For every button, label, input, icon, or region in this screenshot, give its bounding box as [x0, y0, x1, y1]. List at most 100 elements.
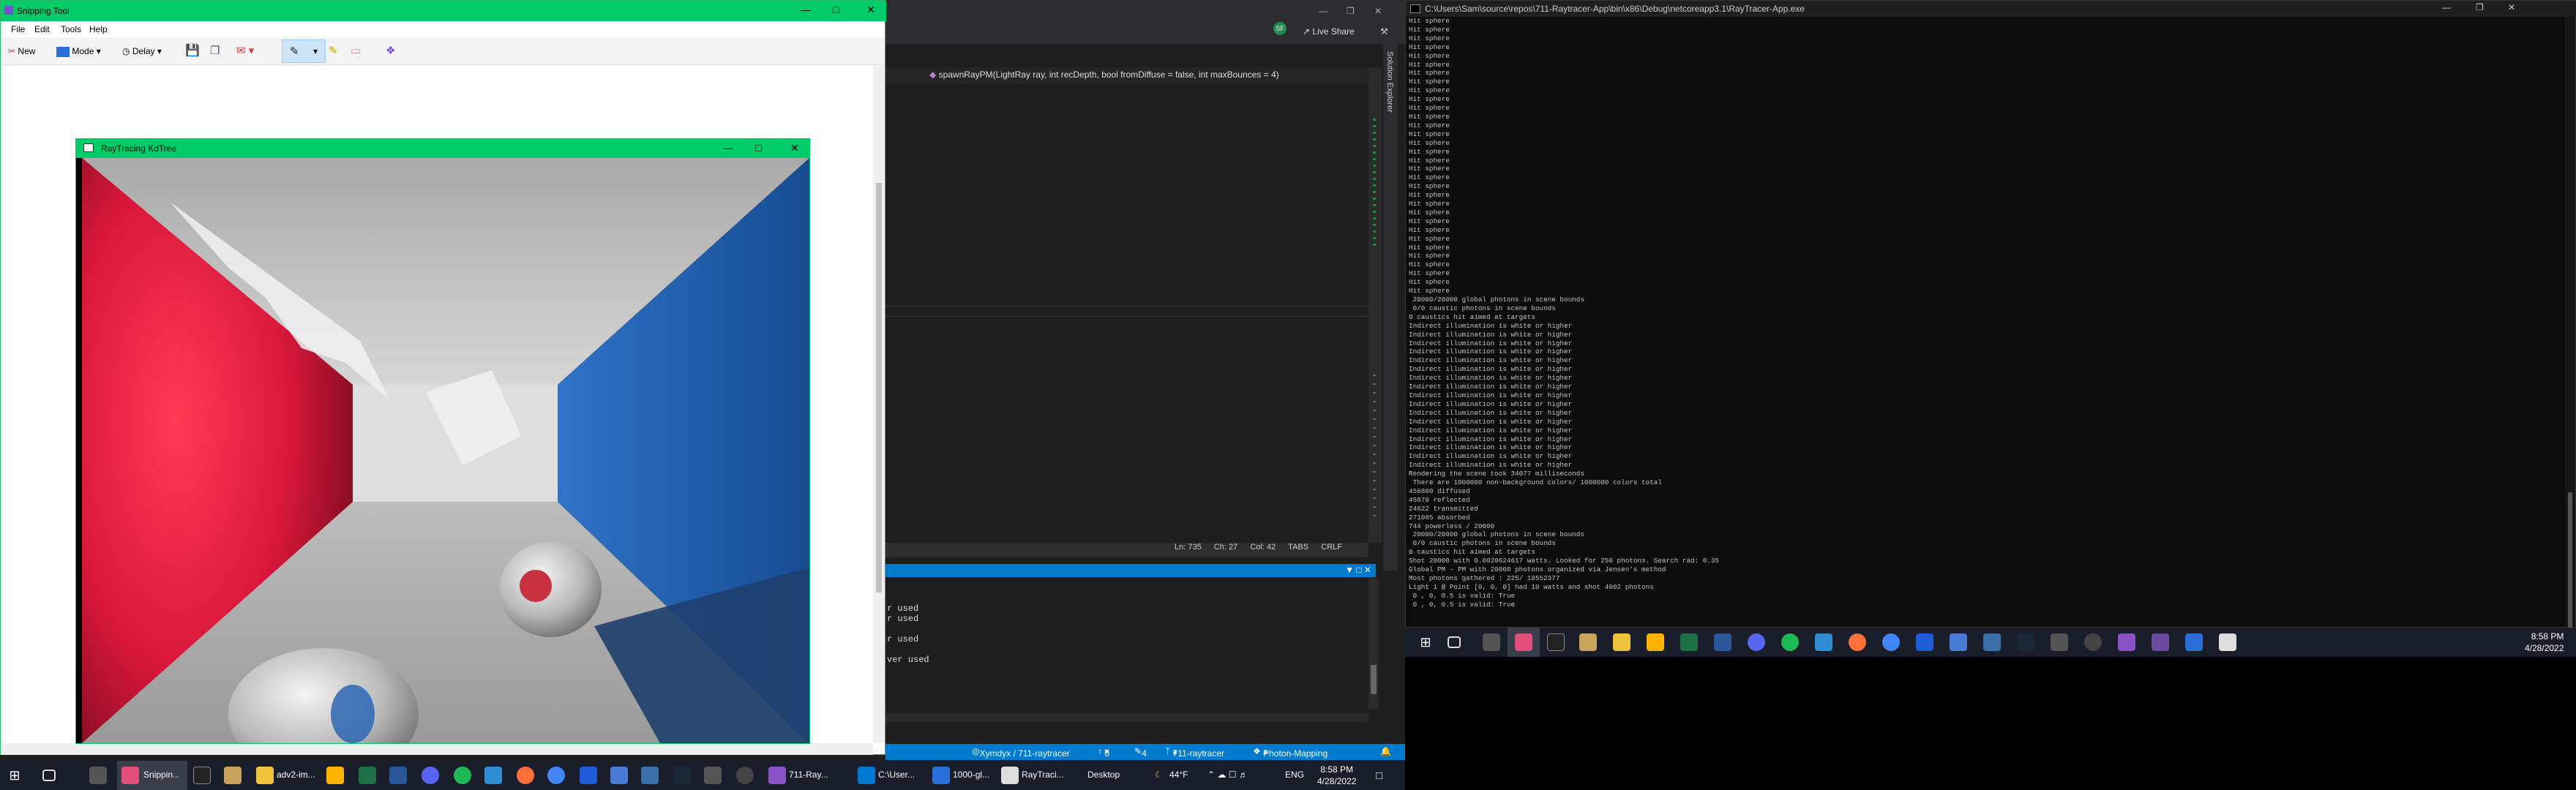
line-ending[interactable]: CRLF [1321, 543, 1342, 552]
avatar[interactable]: SF [1273, 22, 1287, 35]
taskbar-item-snipping[interactable] [1508, 628, 1540, 657]
vs-instance-icon[interactable] [2152, 633, 2169, 651]
spotify-icon[interactable] [454, 767, 471, 784]
live-share-button[interactable]: ↗ Live Share [1303, 26, 1355, 37]
monitor-icon[interactable] [704, 767, 722, 784]
chrome-icon[interactable] [547, 767, 565, 784]
raytracer-app-icon[interactable] [2219, 633, 2236, 651]
close-icon[interactable]: ▼ □ ✕ [1345, 565, 1371, 575]
tray-icons[interactable]: ⌃ ☁ ☐ ♬ [1208, 770, 1248, 780]
menu-help[interactable]: Help [89, 24, 108, 34]
output-scroll-thumb[interactable] [1371, 665, 1377, 694]
sourcetree-icon[interactable] [1647, 633, 1664, 651]
console-minimize-button[interactable]: — [2442, 2, 2451, 12]
app-icon[interactable] [1815, 633, 1832, 651]
raytracer-app-icon[interactable] [1001, 767, 1019, 784]
github-icon[interactable] [736, 767, 754, 784]
close-button[interactable]: ✕ [866, 4, 875, 16]
new-snip-button[interactable]: ✂ New [8, 43, 35, 59]
console-output[interactable]: Hit sphere Hit sphere Hit sphere Hit sphere… [1409, 17, 2558, 624]
paint3d-icon[interactable]: ❖ [386, 43, 395, 59]
taskbar-label[interactable]: RayTraci... [1022, 770, 1064, 780]
notes-icon[interactable] [224, 767, 242, 784]
git-repo[interactable]: ◎ Xymdyx / 711-raytracer [972, 746, 1070, 759]
discord-icon[interactable] [422, 767, 439, 784]
pinned-app-icon[interactable] [89, 767, 107, 784]
steam-icon[interactable] [2017, 633, 2034, 651]
console-restore-button[interactable]: ❐ [2476, 2, 2484, 12]
navigation-bar[interactable]: ◆ spawnRayPM(LightRay ray, int recDepth,… [886, 67, 1368, 83]
tabs-indicator[interactable]: TABS [1288, 543, 1308, 552]
snip-vertical-scrollbar[interactable] [873, 66, 885, 743]
start-button[interactable]: ⊞ [1417, 633, 1434, 651]
notification-bell-icon[interactable]: 🔔 [1380, 746, 1391, 756]
scroll-thumb[interactable] [876, 183, 882, 592]
task-view-icon[interactable] [1448, 636, 1461, 648]
console-scrollbar[interactable] [2565, 17, 2575, 631]
word-icon[interactable] [1714, 633, 1731, 651]
project-selector[interactable]: ❖ Photon-Mapping ▴ [1253, 746, 1328, 759]
git-push[interactable]: ↑ 0 ▾ [1098, 746, 1109, 759]
app-icon[interactable] [484, 767, 502, 784]
taskbar-label[interactable]: 1000-gl... [953, 770, 989, 780]
feedback-icon[interactable]: ⚒ [1380, 26, 1388, 37]
clock[interactable]: 8:58 PM 4/28/2022 [2525, 631, 2564, 654]
highlighter-icon[interactable]: ✎ [329, 43, 338, 59]
mode-button[interactable]: Mode ▾ [56, 43, 101, 59]
maximize-button[interactable]: □ [833, 4, 839, 15]
save-icon[interactable]: 💾 [185, 43, 200, 59]
calculator-icon[interactable] [1950, 633, 1967, 651]
word-icon[interactable] [389, 767, 407, 784]
visual-studio-icon[interactable] [768, 767, 786, 784]
excel-icon[interactable] [359, 767, 376, 784]
minimize-button[interactable]: — [801, 4, 811, 15]
weather-icon[interactable]: ☾ [1155, 770, 1163, 780]
git-changes[interactable]: ✎ 4 [1134, 746, 1147, 759]
visual-studio-icon[interactable] [2118, 633, 2135, 651]
language-indicator[interactable]: ENG [1285, 770, 1304, 780]
firefox-icon[interactable] [517, 767, 534, 784]
output-scrollbar[interactable] [1368, 577, 1379, 709]
clock[interactable]: 8:58 PM 4/28/2022 [1317, 764, 1356, 787]
spotify-icon[interactable] [1781, 633, 1799, 651]
code-editor[interactable] [886, 83, 1368, 544]
snipping-tool-title-bar[interactable]: Snipping Tool — □ ✕ [1, 1, 886, 21]
pinned-app-icon[interactable] [1483, 633, 1500, 651]
send-snip-icon[interactable]: ✉ ▾ [236, 43, 254, 59]
taskbar-label[interactable]: C:\User... [878, 770, 915, 780]
folder-icon[interactable] [1613, 633, 1630, 651]
console-icon[interactable] [858, 767, 875, 784]
terminal-icon[interactable] [193, 767, 211, 784]
photos-icon[interactable] [2185, 633, 2203, 651]
snip-horizontal-scrollbar[interactable] [1, 743, 873, 755]
steam-icon[interactable] [673, 767, 691, 784]
calculator-icon[interactable] [610, 767, 628, 784]
copy-icon[interactable]: ❐ [210, 43, 220, 59]
menu-tools[interactable]: Tools [61, 24, 81, 34]
temperature[interactable]: 44°F [1169, 770, 1188, 780]
vs-restore-button[interactable]: ❐ [1347, 6, 1355, 16]
chrome-icon[interactable] [1882, 633, 1900, 651]
malwarebytes-icon[interactable] [1916, 633, 1933, 651]
taskbar-label[interactable]: 711-Ray... [789, 770, 828, 780]
folder-icon[interactable] [256, 767, 274, 784]
malwarebytes-icon[interactable] [580, 767, 597, 784]
photos-icon[interactable] [932, 767, 950, 784]
output-panel[interactable]: r used r used r used ver used [886, 577, 1379, 723]
menu-edit[interactable]: Edit [34, 24, 50, 34]
console-close-button[interactable]: ✕ [2508, 2, 2515, 12]
task-view-icon[interactable] [42, 770, 56, 781]
github-icon[interactable] [2084, 633, 2102, 651]
menu-file[interactable]: File [11, 24, 25, 34]
pen-button[interactable]: ✎ ▾ [282, 40, 326, 63]
notification-icon[interactable]: □ [1376, 770, 1382, 782]
store-icon[interactable] [1983, 633, 2001, 651]
console-title-bar[interactable]: C:\Users\Sam\source\repos\711-Raytracer-… [1406, 1, 2576, 17]
taskbar-item-snipping[interactable]: Snippin... [117, 761, 187, 790]
vs-minimize-button[interactable]: — [1319, 6, 1328, 16]
git-branch[interactable]: ᛉ 711-raytracer ▴ [1165, 746, 1224, 759]
start-button[interactable]: ⊞ [6, 767, 23, 784]
taskbar-label[interactable]: adv2-im... [277, 770, 315, 780]
solution-explorer-tab[interactable]: Solution Explorer [1383, 44, 1398, 571]
desktop-toolbar[interactable]: Desktop [1087, 770, 1120, 780]
